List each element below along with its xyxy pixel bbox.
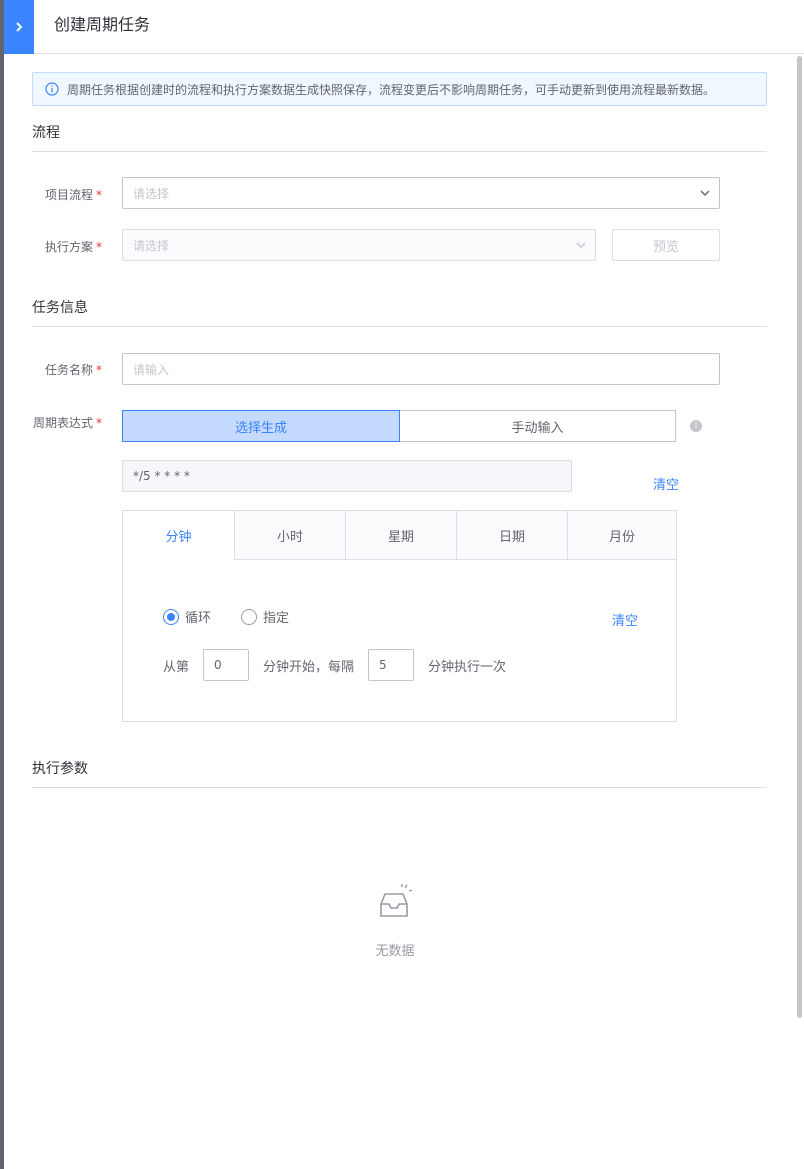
mode-select-button[interactable]: 选择生成 [122,410,400,442]
chevron-down-icon [576,242,586,248]
cron-tabs: 分钟 小时 星期 日期 月份 [123,511,676,560]
info-notice: 周期任务根据创建时的流程和执行方案数据生成快照保存，流程变更后不影响周期任务，可… [32,72,767,106]
form-content: 周期任务根据创建时的流程和执行方案数据生成快照保存，流程变更后不影响周期任务，可… [4,54,794,1169]
task-name-input[interactable]: 请输入 [122,353,720,385]
clear-tab-link[interactable]: 清空 [612,610,638,629]
radio-specify[interactable] [241,608,258,625]
empty-box-icon [380,884,413,917]
mode-manual-button[interactable]: 手动输入 [400,410,676,442]
cron-tab-panel: 分钟 小时 星期 日期 月份 循环 指定 清空 从第 0 分钟开始，每隔 5 分… [122,510,677,722]
radio-specify-label: 指定 [263,611,290,626]
preview-button[interactable]: 预览 [612,229,720,261]
rule-prefix: 从第 [163,659,190,675]
page-header: 创建周期任务 [4,0,804,54]
empty-state: 无数据 [360,882,430,959]
info-circle-icon [45,82,59,96]
rule-suffix: 分钟执行一次 [428,659,507,675]
clear-expression-link[interactable]: 清空 [653,474,679,493]
cron-expression-display: */5 * * * * [122,460,572,492]
section-title-flow: 流程 [32,122,767,152]
page-title: 创建周期任务 [54,15,151,34]
chevron-right-icon [16,22,23,32]
tab-month[interactable]: 月份 [567,511,676,560]
tab-weekday[interactable]: 星期 [345,511,456,560]
tab-date[interactable]: 日期 [456,511,567,560]
task-name-label: 任务名称 * [44,363,102,377]
tab-hour[interactable]: 小时 [234,511,345,560]
section-title-params: 执行参数 [32,758,767,788]
exec-plan-select[interactable]: 请选择 [122,229,596,261]
collapse-button[interactable] [4,0,34,54]
cron-mode-radios: 循环 指定 [163,607,319,626]
notice-text: 周期任务根据创建时的流程和执行方案数据生成快照保存，流程变更后不影响周期任务，可… [67,82,716,97]
cron-rule-row: 从第 0 分钟开始，每隔 5 分钟执行一次 [163,649,506,681]
project-flow-label: 项目流程 * [44,188,102,202]
cron-label: 周期表达式 * [32,416,102,430]
radio-loop[interactable] [163,608,179,625]
tab-minute[interactable]: 分钟 [123,511,234,560]
start-minute-input[interactable]: 0 [203,649,250,681]
empty-text: 无数据 [375,944,415,959]
project-flow-select[interactable]: 请选择 [122,177,720,209]
chevron-down-icon [700,190,710,196]
radio-loop-label: 循环 [185,611,212,626]
section-title-task-info: 任务信息 [32,297,767,327]
interval-minute-input[interactable]: 5 [368,649,415,681]
vertical-scrollbar[interactable] [797,56,802,1018]
rule-middle: 分钟开始，每隔 [263,659,355,675]
exec-plan-label: 执行方案 * [44,240,102,254]
info-icon[interactable]: i [690,420,702,432]
